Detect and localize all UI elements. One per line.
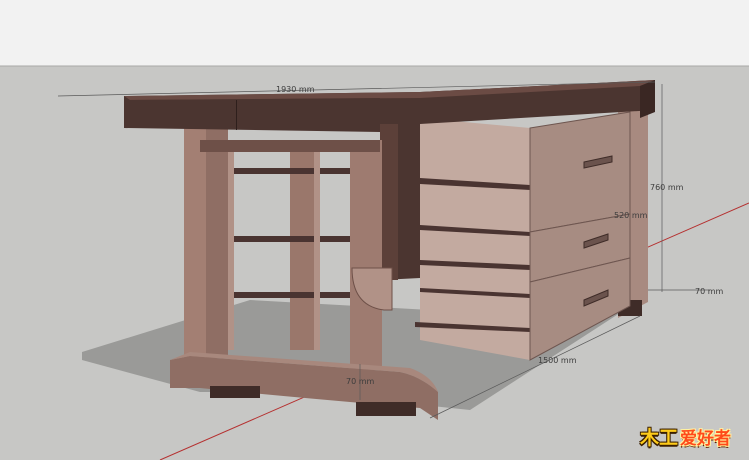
frame-rail-mid [314, 150, 320, 350]
end-frame-post-right [350, 140, 382, 370]
dim-label-foot: 70 mm [695, 287, 724, 296]
dim-label-base: 70 mm [346, 377, 375, 386]
sketchup-viewport[interactable]: 1930 mm 760 mm 520 mm 70 mm 1500 mm 70 m… [0, 0, 749, 460]
watermark-text: 爱好者 [680, 429, 731, 449]
end-frame-post-left-face [184, 128, 206, 358]
dim-label-depth: 520 mm [614, 211, 648, 220]
frame-top-rail [200, 140, 380, 152]
crossbar-3 [228, 292, 350, 298]
dim-label-width: 1930 mm [276, 85, 315, 94]
dim-label-height: 760 mm [650, 183, 684, 192]
frame-rail-left [228, 150, 234, 350]
crossbar-2 [228, 236, 350, 242]
base-foot-right [356, 402, 416, 416]
dim-label-cabinet: 1500 mm [538, 356, 577, 365]
workbench-top-front [124, 98, 380, 132]
workbench-top-end [640, 80, 655, 118]
top-joint-line [236, 100, 237, 130]
sky-background [0, 0, 749, 66]
front-leg-right-face [380, 98, 398, 280]
base-foot-left [210, 386, 260, 398]
watermark-logo: 木工 爱好者 [640, 423, 731, 450]
watermark-mark: 木工 [639, 427, 678, 449]
crossbar-1 [228, 168, 350, 174]
workbench-3d-model[interactable]: 1930 mm 760 mm 520 mm 70 mm 1500 mm 70 m… [0, 0, 749, 460]
